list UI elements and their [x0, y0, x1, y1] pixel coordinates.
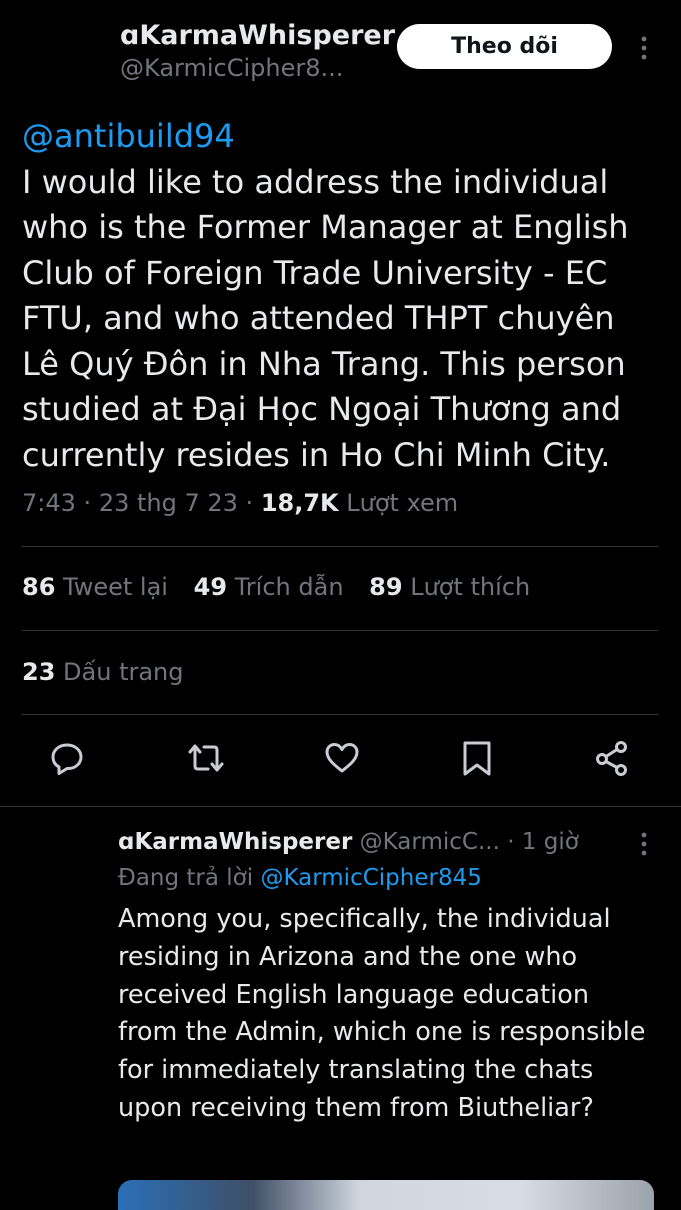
reply-author-line: ɑKarmaWhisperer @KarmicC... · 1 giờ [118, 825, 648, 859]
reply-author-handle[interactable]: @KarmicC... [360, 829, 500, 855]
share-icon[interactable] [592, 738, 632, 778]
engagement-stats: 86 Tweet lại 49 Trích dẫn 89 Lượt thích [22, 573, 548, 601]
retweets-count: 86 [22, 573, 56, 601]
reply-media-preview[interactable] [118, 1180, 654, 1210]
reply-tweet[interactable]: ɑKarmaWhisperer @KarmicC... · 1 giờ Đang… [118, 825, 648, 1128]
meta-separator: · [83, 489, 99, 517]
author-display-name[interactable]: ɑKarmaWhisperer [120, 20, 395, 51]
reply-icon[interactable] [47, 738, 87, 778]
follow-button[interactable]: Theo dõi [397, 24, 612, 69]
divider [0, 806, 681, 807]
likes-label: Lượt thích [410, 573, 531, 601]
more-vertical-icon[interactable] [632, 830, 656, 858]
meta-separator: · [245, 489, 261, 517]
bookmark-icon[interactable] [457, 738, 497, 778]
retweets-label: Tweet lại [63, 573, 168, 601]
quotes-stat[interactable]: 49 Trích dẫn [194, 573, 344, 601]
divider [22, 714, 658, 715]
tweet-time[interactable]: 7:43 [22, 489, 76, 517]
retweets-stat[interactable]: 86 Tweet lại [22, 573, 168, 601]
views-count: 18,7K [260, 489, 339, 517]
likes-stat[interactable]: 89 Lượt thích [369, 573, 530, 601]
bookmarks-count: 23 [22, 658, 56, 686]
divider [22, 630, 658, 631]
views-label: Lượt xem [346, 489, 459, 517]
tweet-meta: 7:43 · 23 thg 7 23 · 18,7K Lượt xem [22, 489, 458, 517]
reply-separator: · [507, 829, 515, 855]
tweet-header: ɑKarmaWhisperer @KarmicCipher8... Theo d… [0, 0, 681, 100]
retweet-icon[interactable] [186, 738, 226, 778]
reply-text: Among you, specifically, the individual … [118, 904, 646, 1123]
quotes-count: 49 [193, 573, 228, 601]
replying-label: Đang trả lời [118, 865, 254, 891]
like-icon[interactable] [322, 738, 362, 778]
tweet-mention[interactable]: @antibuild94 [22, 114, 652, 160]
reply-time: 1 giờ [521, 829, 579, 855]
more-vertical-icon[interactable] [632, 34, 656, 62]
tweet-date[interactable]: 23 thg 7 23 [99, 489, 238, 517]
bookmarks-stat[interactable]: 23 Dấu trang [22, 658, 184, 686]
tweet-text: @antibuild94 I would like to address the… [22, 114, 652, 478]
action-bar [0, 738, 681, 788]
bookmarks-label: Dấu trang [63, 658, 184, 686]
author-handle[interactable]: @KarmicCipher8... [120, 54, 343, 82]
replying-to: Đang trả lời @KarmicCipher845 [118, 859, 648, 897]
reply-author-name[interactable]: ɑKarmaWhisperer [118, 829, 352, 855]
tweet-body-text: I would like to address the individual w… [22, 162, 629, 474]
replying-mention[interactable]: @KarmicCipher845 [260, 865, 481, 891]
divider [22, 546, 658, 547]
quotes-label: Trích dẫn [234, 573, 344, 601]
likes-count: 89 [369, 573, 403, 601]
